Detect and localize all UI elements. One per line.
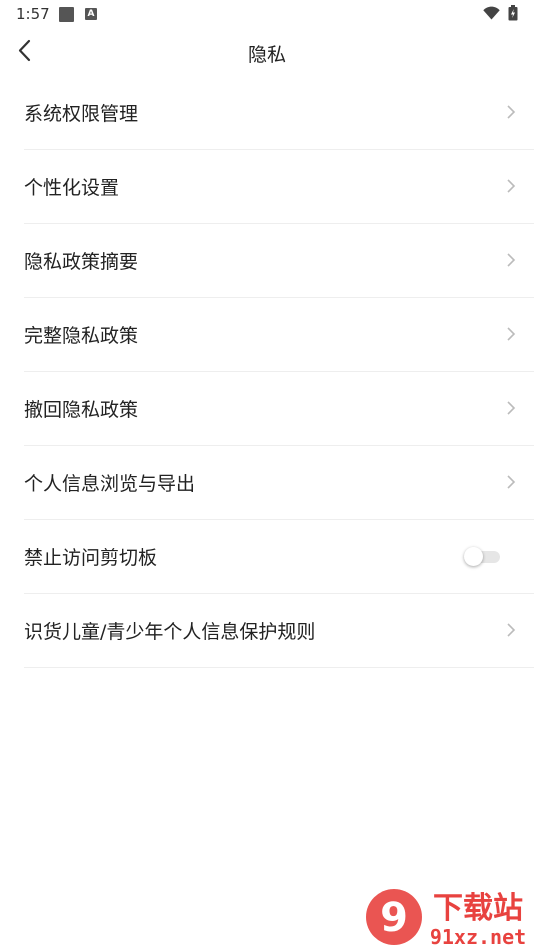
menu-item-label: 系统权限管理: [24, 103, 139, 125]
privacy-settings-screen: 1:57 A 隐私 系统权限管理 个性化设置 隐私政策摘要 完整隐私政策 撤回隐…: [0, 0, 534, 950]
clipboard-access-toggle[interactable]: [464, 547, 500, 566]
menu-item-label: 禁止访问剪切板: [24, 547, 158, 569]
status-bar: 1:57 A: [0, 0, 534, 28]
chevron-right-icon: [507, 179, 516, 193]
chevron-right-icon: [507, 253, 516, 267]
status-time: 1:57: [16, 5, 50, 23]
menu-item-label: 识货儿童/青少年个人信息保护规则: [24, 621, 316, 643]
menu-item-label: 个人信息浏览与导出: [24, 473, 196, 495]
chevron-right-icon: [507, 475, 516, 489]
chevron-right-icon: [507, 327, 516, 341]
chevron-right-icon: [507, 401, 516, 415]
menu-item-privacy-summary[interactable]: 隐私政策摘要: [24, 224, 534, 298]
watermark-logo-glyph: 9: [380, 895, 408, 941]
menu-item-label: 隐私政策摘要: [24, 251, 139, 273]
toggle-thumb: [464, 547, 483, 566]
header: 隐私: [0, 28, 534, 76]
watermark-title: 下载站: [433, 891, 523, 926]
watermark-site: 91xz.net: [430, 925, 526, 949]
menu-item-label: 撤回隐私政策: [24, 399, 139, 421]
page-title: 隐私: [247, 44, 286, 66]
watermark-logo: 9 下载站 91xz.net: [366, 889, 527, 950]
menu-item-personal-info-export[interactable]: 个人信息浏览与导出: [24, 446, 534, 520]
notification-square-icon: [59, 7, 74, 22]
menu-item-children-info-rules[interactable]: 识货儿童/青少年个人信息保护规则: [24, 594, 534, 668]
menu-item-label: 个性化设置: [24, 177, 120, 199]
wifi-icon: [483, 6, 500, 20]
menu-item-clipboard-access: 禁止访问剪切板: [24, 520, 534, 594]
menu-item-label: 完整隐私政策: [24, 325, 139, 347]
chevron-right-icon: [507, 623, 516, 637]
menu-item-revoke-privacy-policy[interactable]: 撤回隐私政策: [24, 372, 534, 446]
chevron-right-icon: [507, 105, 516, 119]
settings-list: 系统权限管理 个性化设置 隐私政策摘要 完整隐私政策 撤回隐私政策 个人信息浏览…: [0, 76, 534, 668]
menu-item-system-permissions[interactable]: 系统权限管理: [24, 76, 534, 150]
menu-item-full-privacy-policy[interactable]: 完整隐私政策: [24, 298, 534, 372]
menu-item-personalization[interactable]: 个性化设置: [24, 150, 534, 224]
notification-a-icon: A: [85, 8, 97, 20]
battery-icon: [508, 5, 518, 21]
